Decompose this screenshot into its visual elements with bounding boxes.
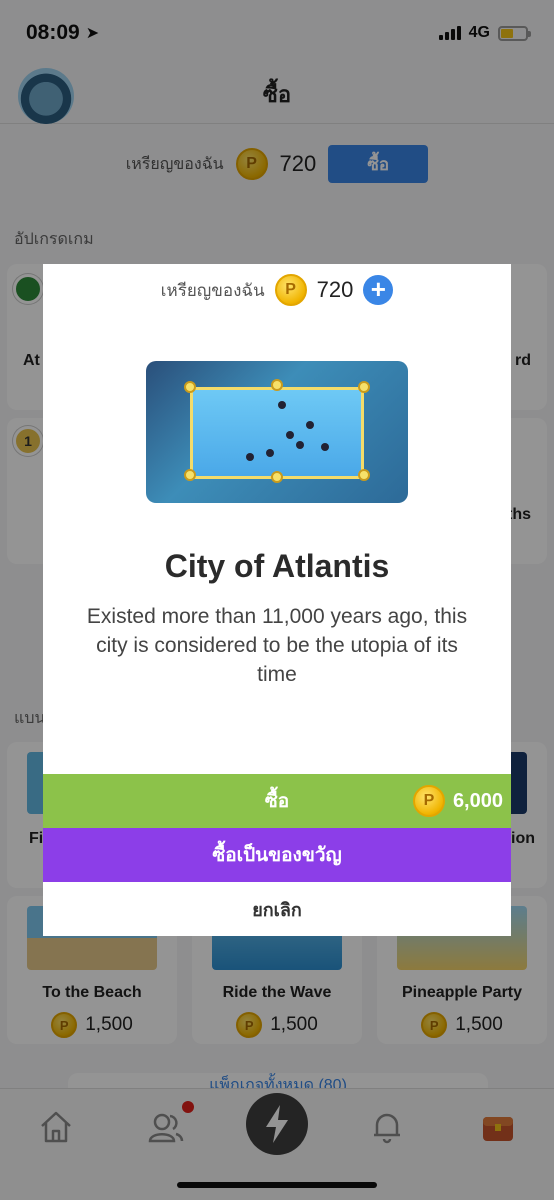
coin-icon: P <box>412 785 445 817</box>
coin-amount: 720 <box>316 277 354 302</box>
add-coins-button[interactable]: + <box>363 275 394 305</box>
my-coins-label: เหรียญของฉัน <box>160 280 265 300</box>
coin-icon: P <box>274 274 307 306</box>
table-preview-image <box>146 361 408 503</box>
buy-button[interactable]: ซื้อ P 6,000 <box>43 774 511 828</box>
purchase-dialog: เหรียญของฉัน P 720 + City of Atlantis Ex… <box>43 264 511 936</box>
price-value: 6,000 <box>452 789 503 812</box>
item-description: Existed more than 11,000 years ago, this… <box>86 605 468 686</box>
item-price: P 6,000 <box>412 774 503 828</box>
cancel-button[interactable]: ยกเลิก <box>43 882 511 936</box>
buy-as-gift-button[interactable]: ซื้อเป็นของขวัญ <box>43 828 511 882</box>
item-title: City of Atlantis <box>164 548 390 584</box>
buy-label: ซื้อ <box>264 791 290 812</box>
dialog-coin-balance: เหรียญของฉัน P 720 + <box>43 274 511 306</box>
